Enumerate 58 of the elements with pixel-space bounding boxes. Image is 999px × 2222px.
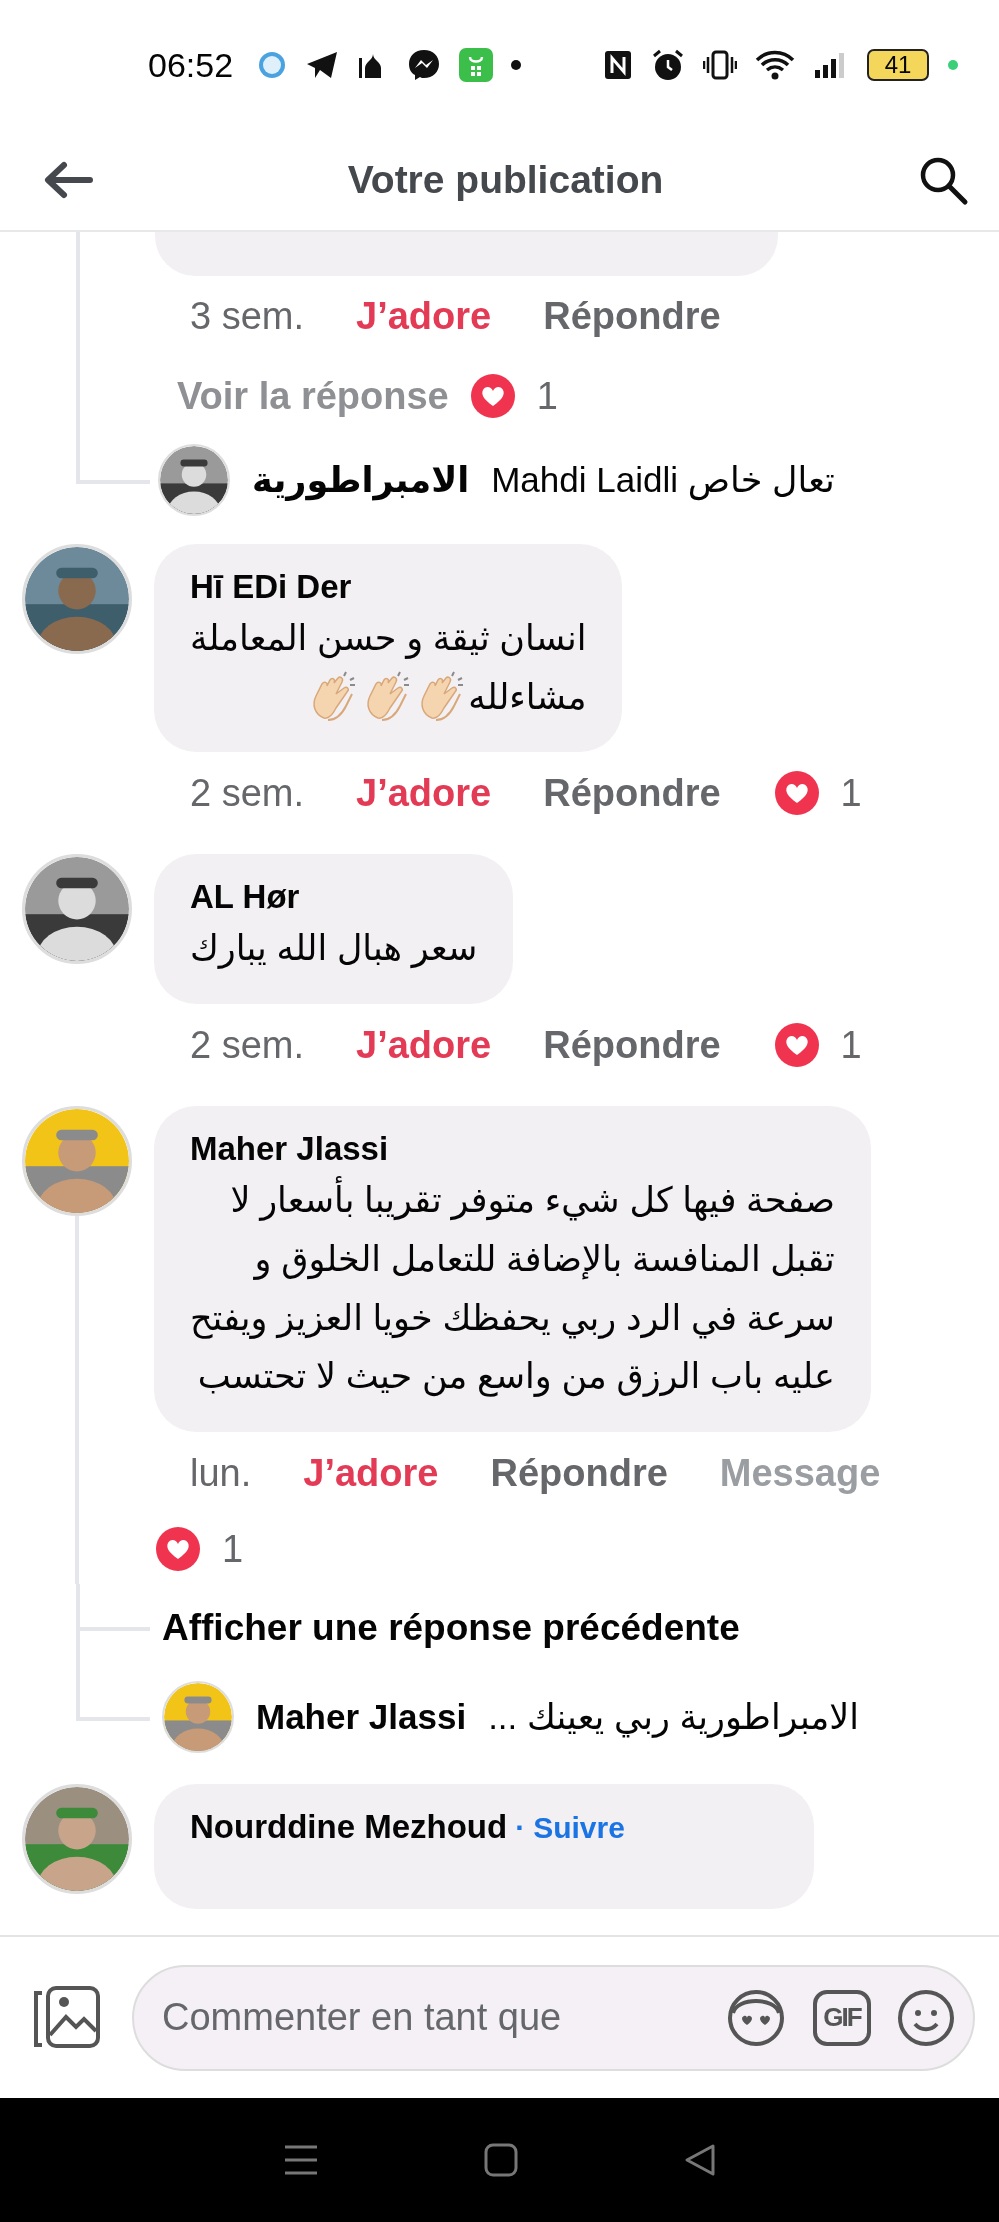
comment-text: سعر هبال الله يبارك (190, 927, 478, 971)
reaction-count: 1 (840, 771, 862, 816)
notification-dot-icon (511, 60, 522, 70)
view-reply-link[interactable]: Voir la réponse (177, 367, 449, 425)
comment-author[interactable]: Maher Jlassi (190, 1128, 835, 1172)
status-dot-icon (947, 59, 959, 71)
reply-text: الامبراطورية ربي يعينك ... (488, 1696, 859, 1740)
comment-text: صفحة فيها كل شيء متوفر تقريبا بأسعار لا (230, 1171, 835, 1230)
messenger-icon (407, 48, 442, 82)
vibrate-icon (703, 49, 737, 81)
reply-author[interactable]: Maher Jlassi (256, 1691, 467, 1744)
like-link[interactable]: J’adore (356, 287, 492, 345)
comment-author[interactable]: AL Hør (190, 876, 478, 920)
comment-field[interactable]: Commenter en tant que GIF (132, 1964, 975, 2071)
reaction-count: 1 (840, 1022, 862, 1068)
smiley-icon (897, 1988, 955, 2047)
comment-time: lun. (190, 1450, 252, 1496)
reply-author[interactable]: الامبراطورية (252, 453, 470, 507)
page-title: Votre publication (347, 156, 664, 203)
comment-text: مشاءلله (468, 675, 587, 718)
wifi-icon (755, 49, 795, 81)
shopping-bag-icon (459, 48, 494, 82)
photo-icon (32, 1984, 102, 2051)
menu-icon[interactable] (282, 2143, 319, 2177)
photo-button[interactable] (32, 1984, 102, 2051)
comment-time: 3 sem. (190, 293, 305, 339)
clock-time: 06:52 (148, 44, 234, 86)
comment-author[interactable]: Nourddine Mezhoud (190, 1806, 508, 1850)
comment-text: انسان ثيقة و حسن المعاملة (190, 616, 587, 661)
alarm-clock-icon (651, 48, 685, 82)
gif-button[interactable]: GIF (813, 1989, 871, 2046)
separator-dot: · (515, 1810, 526, 1847)
home-icon[interactable] (483, 2143, 518, 2177)
comment-author[interactable]: Hī EDi Der (190, 566, 587, 609)
nfc-icon (603, 49, 633, 81)
comment-text: عليه باب الرزق من واسع من حيث لا تحتسب (197, 1355, 835, 1399)
comment-text: سرعة في الرد ربي يحفظك خويا العزيز ويفتح (190, 1296, 835, 1341)
reply-link[interactable]: Répondre (543, 765, 721, 822)
reaction-count: 1 (536, 373, 558, 419)
reply-text: تعال خاص Mahdi Laidli (491, 458, 835, 503)
comment-time: 2 sem. (190, 771, 305, 816)
battery-indicator: 41 (867, 49, 929, 81)
previous-replies-link[interactable]: Afficher une réponse précédente (162, 1599, 740, 1655)
like-link[interactable]: J’adore (303, 1444, 439, 1502)
back-icon[interactable] (682, 2143, 717, 2177)
follow-link[interactable]: Suivre (533, 1808, 625, 1848)
like-link[interactable]: J’adore (356, 1016, 492, 1074)
paper-plane-icon (305, 50, 340, 80)
back-button[interactable] (42, 160, 94, 200)
emoji-button[interactable] (897, 1988, 955, 2047)
back-arrow-icon (42, 160, 94, 200)
like-link[interactable]: J’adore (356, 765, 492, 822)
comment-time: 2 sem. (190, 1022, 305, 1068)
reply-link[interactable]: Répondre (543, 287, 721, 345)
reply-link[interactable]: Répondre (543, 1016, 721, 1074)
comment-text: تقبل المنافسة بالإضافة للتعامل الخلوق و (254, 1237, 835, 1282)
reaction-count: 1 (222, 1526, 244, 1572)
reply-link[interactable]: Répondre (490, 1444, 668, 1502)
